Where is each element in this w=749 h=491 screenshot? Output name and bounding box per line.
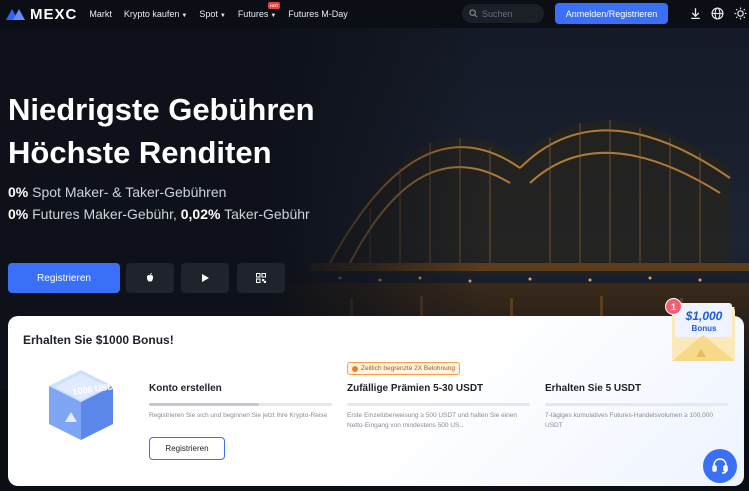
clock-icon	[352, 365, 358, 372]
nav-item-futures-m-day[interactable]: Futures M-Day	[288, 9, 348, 19]
step-progress-bar	[545, 403, 728, 406]
globe-icon[interactable]	[711, 7, 724, 20]
caret-down-icon: ▼	[181, 13, 188, 19]
customer-support-button[interactable]	[703, 449, 737, 483]
hero-register-button[interactable]: Registrieren	[8, 263, 120, 293]
envelope-amount: $1,000	[685, 309, 723, 323]
top-nav: MEXC Markt Krypto kaufen ▼ Spot ▼ Futures ▼…	[0, 0, 749, 28]
qr-code-button[interactable]	[237, 263, 285, 293]
login-register-button[interactable]: Anmelden/Registrieren	[555, 3, 668, 24]
usdt-cube-icon: 1000 USDT	[49, 370, 117, 440]
apple-download-button[interactable]	[126, 263, 174, 293]
logo-text: MEXC	[30, 5, 78, 23]
envelope-label: Bonus	[691, 324, 717, 333]
logo-mark-icon	[6, 8, 26, 20]
mexc-logo[interactable]: MEXC	[6, 6, 77, 23]
step-desc-create-account: Registrieren Sie sich und beginnen Sie j…	[149, 412, 328, 419]
step-desc-get-5-usdt: 7-tägiges kumulatives Futures-Handelsvol…	[545, 412, 713, 429]
search-input[interactable]: Suchen	[462, 4, 544, 23]
nav-item-krypto-kaufen[interactable]: Krypto kaufen ▼	[124, 9, 188, 19]
headset-icon	[712, 458, 728, 474]
caret-down-icon: ▼	[270, 13, 277, 19]
bonus-title: Erhalten Sie $1000 Bonus!	[23, 333, 174, 347]
nav-item-markt[interactable]: Markt	[89, 9, 112, 19]
step-title-random-reward: Zufällige Prämien 5-30 USDT	[347, 383, 484, 394]
nav-item-spot[interactable]: Spot ▼	[199, 9, 225, 19]
theme-icon[interactable]	[734, 7, 747, 20]
hot-badge: HOT	[267, 2, 281, 9]
nav-item-futures[interactable]: Futures ▼ HOT	[238, 2, 281, 19]
bonus-card: Erhalten Sie $1000 Bonus! 1000 USDT Kont…	[8, 316, 744, 486]
qr-code-icon	[256, 273, 266, 283]
step-desc-random-reward: Erste Einzelüberweisung ≥ 500 USDT und h…	[347, 412, 518, 429]
google-play-download-button[interactable]	[181, 263, 229, 293]
apple-icon	[146, 273, 154, 282]
step-progress-bar	[347, 403, 530, 406]
step-title-get-5-usdt: Erhalten Sie 5 USDT	[545, 383, 642, 394]
limited-reward-badge: Zeitlich begrenzte 2X Belohnung	[347, 362, 460, 375]
step-title-create-account: Konto erstellen	[149, 383, 222, 394]
hero-subline-futures: 0% Futures Maker-Gebühr, 0,02% Taker-Geb…	[8, 206, 310, 222]
search-placeholder: Suchen	[482, 8, 513, 19]
caret-down-icon: ▼	[219, 13, 226, 19]
google-play-icon	[202, 274, 209, 282]
hero-subline-spot: 0% Spot Maker- & Taker-Gebühren	[8, 184, 227, 200]
step-register-button[interactable]: Registrieren	[149, 437, 225, 460]
step-progress-bar	[149, 403, 332, 406]
download-icon[interactable]	[689, 7, 702, 20]
search-icon	[469, 9, 478, 18]
hero-headline: Niedrigste Gebühren Höchste Renditen	[8, 92, 315, 170]
